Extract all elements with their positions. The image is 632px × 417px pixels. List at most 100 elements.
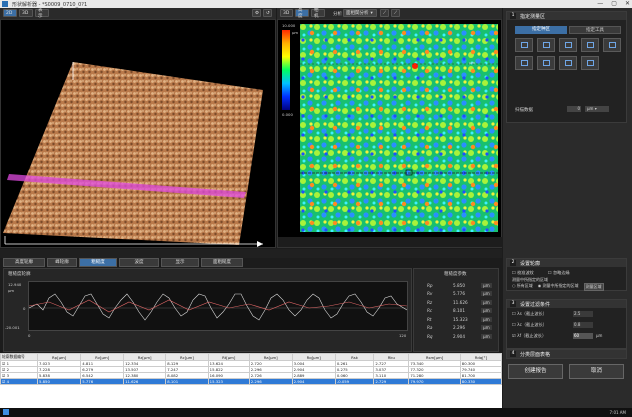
tab-roughness[interactable]: 粗糙度	[79, 258, 117, 267]
colorbar-unit: μm	[292, 30, 299, 35]
profile-plot	[28, 293, 408, 321]
filter-2-input[interactable]: 0.8	[573, 322, 593, 328]
view-2d-button[interactable]: 2D	[3, 9, 17, 17]
radio-all-label: 所有区域	[516, 283, 533, 288]
results-table-container: 轮廓数据编号 Rp[μm] Rv[μm] Rz[μm] Rc[μm] Rt[μm…	[0, 353, 502, 408]
filter-unit: μm	[596, 333, 603, 338]
unit-select[interactable]: μm ▾	[585, 106, 609, 112]
profile-options: ☐ 校准波纹 ☐ 忽略边缘	[512, 270, 570, 276]
analysis-select[interactable]: 面相関分析 ▾	[343, 9, 377, 17]
section3-title: 设置过滤条件	[520, 301, 551, 308]
col-header[interactable]: Rq[μm]	[291, 353, 336, 361]
cell: 2.296	[248, 378, 293, 385]
layer-table-header: 4 分类层面表格	[507, 350, 626, 358]
camera-view-button[interactable]: 相机	[311, 8, 325, 19]
height-view-button[interactable]: 高度	[295, 8, 309, 19]
ignore-edge-checkbox[interactable]: ☐ 忽略边缘	[548, 270, 570, 276]
radio-all-area[interactable]: ○ 所有区域	[512, 283, 533, 291]
circle-tool-icon[interactable]	[581, 38, 599, 52]
filter-row-1: ☐ λs（截止波长）	[512, 311, 547, 316]
measure-area-button[interactable]: 测量区域	[583, 283, 604, 291]
height-map-view[interactable]: 10.000 μm 0.000 μm	[277, 19, 503, 248]
measure-tool-icon[interactable]: ⟋	[391, 9, 400, 17]
tab-display[interactable]: 显示	[161, 258, 199, 267]
measure-glyph: ⟋	[394, 11, 398, 16]
surface-mesh	[3, 62, 263, 245]
section1-title: 指定测量区	[520, 13, 546, 20]
param-row: Rz 11.626 μm	[427, 298, 497, 307]
clock: 7:01 AM	[609, 410, 626, 415]
pen-tool-icon[interactable]: ⟋	[380, 9, 389, 17]
row-id: 4	[6, 379, 10, 384]
cell: 80.330	[459, 378, 502, 385]
3d-view[interactable]	[0, 19, 276, 248]
arc-tool-icon[interactable]	[603, 38, 621, 52]
col-header[interactable]: Rc[μm]	[165, 353, 209, 361]
polyline-tool-icon[interactable]	[559, 38, 577, 52]
tab-peak-profile[interactable]: 峰轮廓	[47, 258, 77, 267]
cell: 15.323	[207, 378, 250, 385]
calibrate-label: 校准波纹	[517, 270, 534, 275]
display-label: 表示	[38, 8, 43, 19]
filter-3-input[interactable]: 60	[573, 333, 593, 339]
profile-plot-area[interactable]	[28, 281, 408, 331]
cell: 5.850	[36, 378, 82, 385]
param-row: Ra 2.296 μm	[427, 324, 497, 333]
3d-surface-render	[3, 62, 263, 247]
col-header[interactable]: Rsk	[334, 353, 375, 361]
col-header[interactable]: Rz[μm]	[123, 353, 167, 361]
section4-num: 4	[510, 351, 516, 357]
minimize-button[interactable]: —	[597, 0, 603, 7]
profile-y-top: 12.940	[8, 282, 22, 287]
measure-area-section: 1 指定测量区 指定种区 指定工具 扫描数据 0 μm ▾	[506, 11, 627, 123]
tab-surface-roughness[interactable]: 面粗糙度	[201, 258, 243, 267]
start-icon[interactable]	[3, 409, 9, 415]
analysis-label: 分析	[333, 12, 342, 17]
filter-3-label: λf（截止波长）	[517, 333, 547, 338]
tab-waviness[interactable]: 波度	[119, 258, 159, 267]
move-tool-icon[interactable]	[515, 56, 533, 70]
tab-specify-area[interactable]: 指定种区	[515, 26, 567, 34]
profile-title: 粗糙度轮廓	[8, 272, 31, 277]
scan-value-input[interactable]: 0	[567, 106, 581, 112]
profile-section: 2 设置轮廓 ☐ 校准波纹 ☐ 忽略边缘 测量中所指定的区域 ○ 所有区域 ◉ 测…	[506, 258, 627, 291]
cancel-button[interactable]: 取消	[569, 364, 624, 379]
tab-height-profile[interactable]: 高度轮廓	[3, 258, 45, 267]
maximize-button[interactable]: ▢	[611, 0, 617, 7]
param-value: 11.626	[453, 299, 468, 305]
param-row: Rp 5.850 μm	[427, 281, 497, 290]
results-table: 轮廓数据编号 Rp[μm] Rv[μm] Rz[μm] Rc[μm] Rt[μm…	[0, 353, 502, 385]
settings-icon[interactable]: ⚙	[252, 9, 261, 17]
line-tool-icon[interactable]	[537, 38, 555, 52]
display-button[interactable]: 表示	[35, 8, 49, 19]
tab-specify-tool[interactable]: 指定工具	[569, 26, 621, 34]
col-header[interactable]: Rdq[°]	[459, 353, 502, 361]
filter-1-input[interactable]: 2.5	[573, 311, 593, 317]
create-report-button[interactable]: 创建报告	[508, 364, 563, 379]
delete-tool-icon[interactable]	[537, 56, 555, 70]
col-header[interactable]: Rsm[μm]	[408, 353, 461, 361]
view-3d-button[interactable]: 3D	[19, 9, 33, 17]
col-header[interactable]: Rv[μm]	[80, 353, 125, 361]
app-logo	[2, 1, 8, 7]
col-header[interactable]: Rp[μm]	[36, 353, 82, 361]
calibrate-checkbox[interactable]: ☐ 校准波纹	[512, 270, 534, 276]
param-key: Rt	[427, 316, 432, 322]
col-header[interactable]: 轮廓数据编号	[0, 353, 38, 361]
rect-tool-icon[interactable]	[515, 38, 533, 52]
x-axis-arrow	[257, 241, 263, 247]
copy-tool-icon[interactable]	[559, 56, 577, 70]
rotate-tool-icon[interactable]	[581, 56, 599, 70]
waviness-curve	[28, 299, 408, 313]
col-header[interactable]: Ra[μm]	[248, 353, 293, 361]
radio-specified-area[interactable]: ◉ 测量中所指定的区域	[538, 283, 579, 291]
col-header[interactable]: Rt[μm]	[207, 353, 250, 361]
reset-icon[interactable]: ↺	[263, 9, 272, 17]
table-row-selected[interactable]: ☑ 4 5.850 5.776 11.626 8.101 15.323 2.296 2.90…	[0, 378, 502, 385]
layer-table-section[interactable]: 4 分类层面表格	[506, 349, 627, 359]
col-header[interactable]: Rku	[373, 353, 410, 361]
view-3d-toggle[interactable]: 3D	[280, 9, 293, 17]
close-button[interactable]: ✕	[625, 0, 630, 7]
row-checkbox[interactable]: ☑ 4	[0, 378, 38, 385]
unit-select-value: μm	[587, 106, 594, 111]
